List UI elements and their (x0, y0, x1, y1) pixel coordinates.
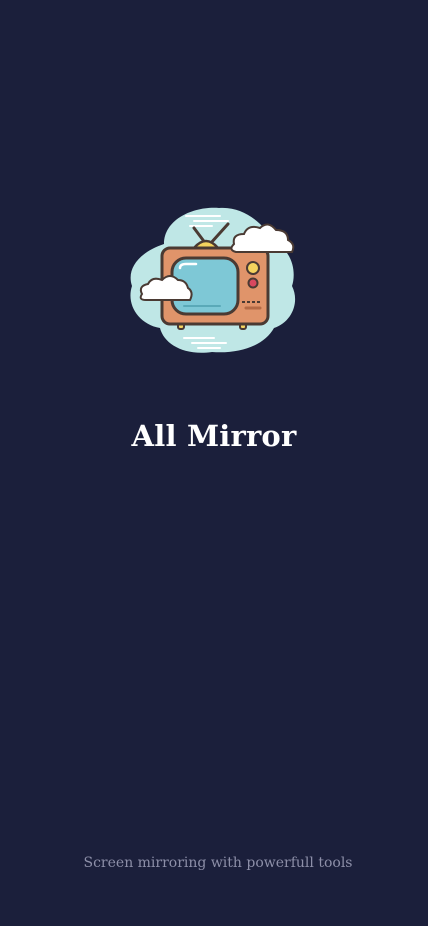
app-tagline: Screen mirroring with powerfull tools (83, 855, 353, 871)
splash-screen: All Mirror Screen mirroring with powerfu… (0, 0, 428, 926)
app-logo (124, 204, 300, 358)
retro-tv-icon (130, 207, 296, 353)
app-title: All Mirror (131, 419, 297, 453)
